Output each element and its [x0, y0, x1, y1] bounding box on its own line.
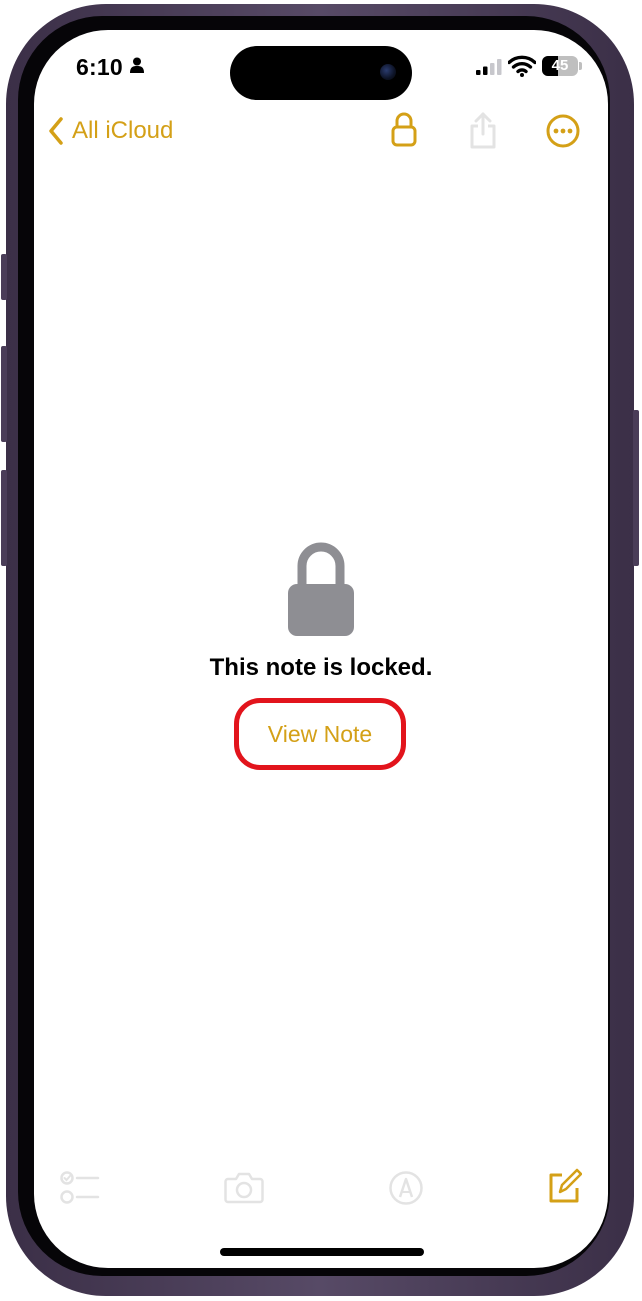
person-icon	[130, 57, 144, 73]
volume-down-button	[1, 470, 7, 566]
wifi-icon	[508, 55, 536, 77]
front-camera	[380, 64, 396, 80]
battery-indicator: 45	[542, 56, 578, 76]
locked-padlock-icon	[288, 542, 354, 636]
locked-message: This note is locked.	[209, 654, 433, 681]
locked-note-panel: This note is locked.	[34, 540, 608, 682]
lock-icon[interactable]	[391, 112, 417, 148]
battery-level: 45	[551, 57, 569, 74]
volume-up-button	[1, 346, 7, 442]
compose-icon[interactable]	[548, 1168, 582, 1204]
back-button-label: All iCloud	[72, 117, 174, 144]
cellular-signal-icon	[476, 59, 502, 75]
action-button	[1, 254, 7, 300]
markup-icon[interactable]	[388, 1170, 424, 1206]
view-note-label: View Note	[267, 720, 373, 747]
power-button	[633, 410, 639, 566]
dynamic-island	[230, 46, 412, 100]
more-icon[interactable]	[546, 114, 580, 148]
checklist-icon[interactable]	[60, 1170, 100, 1206]
home-indicator[interactable]	[220, 1248, 424, 1256]
notes-screen: 6:10 45 All iCloud This note is locked. …	[34, 30, 608, 1268]
chevron-left-icon	[49, 117, 63, 145]
view-note-button[interactable]: View Note	[234, 698, 406, 770]
camera-icon[interactable]	[224, 1172, 264, 1204]
share-icon[interactable]	[468, 112, 498, 150]
back-button[interactable]: All iCloud	[48, 114, 173, 148]
battery-tip	[579, 62, 582, 70]
status-time: 6:10	[76, 54, 123, 80]
